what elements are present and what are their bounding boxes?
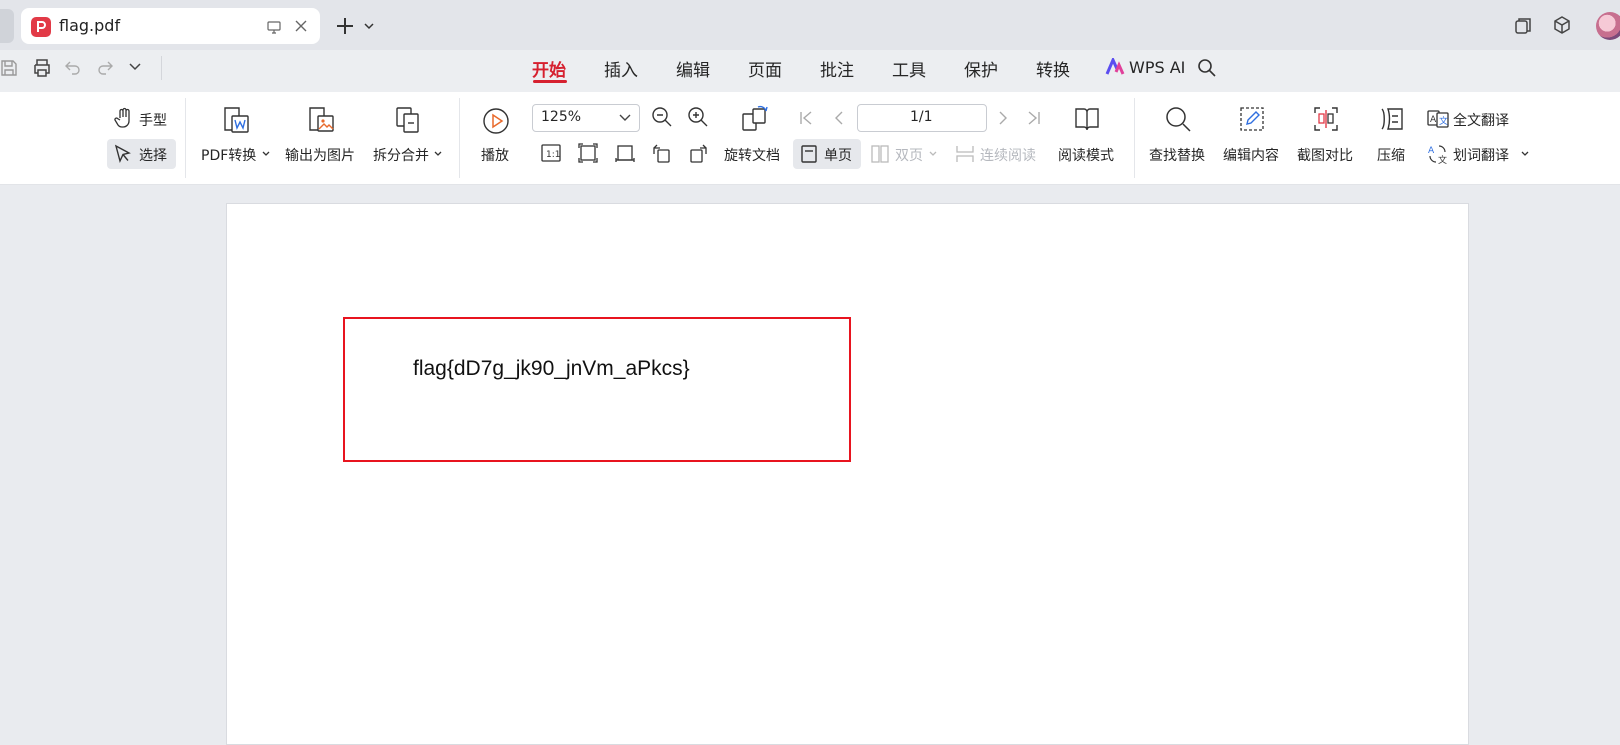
chevron-down-icon[interactable]: [363, 21, 375, 31]
undo-icon[interactable]: [64, 58, 82, 76]
rotate-document-button[interactable]: 旋转文档: [724, 145, 780, 165]
tab-title: flag.pdf: [59, 16, 121, 35]
double-page-icon: [870, 144, 890, 164]
last-page-icon[interactable]: [1027, 110, 1041, 126]
continuous-read-icon: [955, 144, 975, 164]
chevron-down-icon: [929, 151, 937, 157]
menu-page[interactable]: 页面: [748, 56, 782, 81]
save-icon[interactable]: [0, 58, 18, 78]
word-translate-icon: A文: [1427, 143, 1449, 165]
double-page-button[interactable]: 双页: [895, 145, 923, 165]
menu-start[interactable]: 开始: [532, 56, 566, 81]
prev-page-icon[interactable]: [832, 110, 846, 126]
zoom-select[interactable]: 125%: [532, 104, 640, 132]
pdf-page[interactable]: [226, 203, 1469, 745]
menu-edit[interactable]: 编辑: [676, 56, 710, 81]
quick-access-chevron-down-icon[interactable]: [128, 62, 142, 72]
screenshot-compare-button[interactable]: 截图对比: [1297, 145, 1353, 165]
book-icon: [1073, 105, 1101, 133]
document-tab[interactable]: flag.pdf: [21, 8, 320, 44]
close-icon[interactable]: [293, 18, 309, 34]
screenshot-compare-icon: [1312, 105, 1340, 133]
continuous-read-button[interactable]: 连续阅读: [980, 145, 1036, 165]
menu-insert[interactable]: 插入: [604, 56, 638, 81]
single-page-label: 单页: [824, 148, 852, 164]
play-icon: [482, 107, 510, 135]
page-number-input[interactable]: 1/1: [857, 104, 987, 132]
play-button[interactable]: 播放: [481, 145, 509, 165]
word-translate-button[interactable]: 划词翻译: [1453, 145, 1509, 165]
read-mode-button[interactable]: 阅读模式: [1058, 145, 1114, 165]
chevron-down-icon: [434, 151, 442, 157]
menu-annotate[interactable]: 批注: [820, 56, 854, 81]
chevron-down-icon: [619, 114, 631, 122]
menu-convert[interactable]: 转换: [1036, 56, 1070, 81]
first-page-icon[interactable]: [799, 110, 813, 126]
red-rectangle-annotation[interactable]: [343, 317, 851, 462]
single-page-icon: [800, 144, 818, 164]
svg-text:A: A: [1430, 115, 1437, 125]
full-translate-button[interactable]: 全文翻译: [1453, 110, 1509, 130]
svg-text:文: 文: [1439, 115, 1448, 127]
compress-button[interactable]: 压缩: [1377, 145, 1405, 165]
print-icon[interactable]: [32, 58, 52, 78]
divider: [1134, 98, 1135, 178]
zoom-in-icon[interactable]: [687, 106, 709, 128]
divider: [459, 98, 460, 178]
restore-window-icon[interactable]: [1514, 17, 1532, 35]
pdf-convert-icon: [222, 106, 252, 134]
export-image-icon: [307, 106, 337, 134]
active-menu-underline: [533, 80, 567, 83]
chevron-down-icon: [1521, 151, 1529, 157]
svg-text:文: 文: [1438, 154, 1447, 165]
translate-icon: A文: [1427, 109, 1449, 129]
fit-page-icon[interactable]: [577, 142, 599, 164]
find-replace-icon: [1164, 105, 1192, 133]
menu-tools[interactable]: 工具: [892, 56, 926, 81]
search-icon[interactable]: [1197, 58, 1217, 78]
page-number-value: 1/1: [910, 109, 933, 125]
menu-protect[interactable]: 保护: [964, 56, 998, 81]
edit-content-button[interactable]: 编辑内容: [1223, 145, 1279, 165]
fit-width-icon[interactable]: [614, 142, 636, 164]
divider: [161, 56, 162, 80]
wps-ai-logo-icon: [1105, 58, 1125, 76]
pdf-convert-button[interactable]: PDF转换: [201, 145, 256, 165]
split-merge-button[interactable]: 拆分合并: [373, 145, 429, 165]
svg-text:1:1: 1:1: [546, 150, 560, 160]
hand-icon: [114, 107, 134, 129]
redo-icon[interactable]: [96, 58, 114, 76]
cube-icon[interactable]: [1552, 15, 1572, 35]
pdf-logo-icon: [31, 17, 51, 37]
rotate-right-icon[interactable]: [687, 142, 709, 164]
avatar[interactable]: [1596, 12, 1620, 40]
zoom-value: 125%: [541, 109, 582, 125]
rotate-document-icon: [740, 105, 770, 133]
plus-icon[interactable]: [335, 16, 355, 36]
select-tool-label: 选择: [139, 148, 167, 164]
sidebar-toggle[interactable]: [0, 9, 14, 43]
next-page-icon[interactable]: [996, 110, 1010, 126]
menu-bar: [0, 50, 1620, 92]
edit-content-icon: [1238, 105, 1266, 133]
cursor-icon: [114, 144, 132, 164]
rotate-left-icon[interactable]: [651, 142, 673, 164]
find-replace-button[interactable]: 查找替换: [1149, 145, 1205, 165]
svg-text:A: A: [1428, 146, 1435, 156]
export-image-button[interactable]: 输出为图片: [285, 145, 355, 165]
hand-tool-button[interactable]: 手型: [139, 110, 167, 130]
compress-icon: [1378, 105, 1406, 133]
chevron-down-icon: [262, 151, 270, 157]
split-merge-icon: [394, 106, 422, 134]
menu-wps-ai[interactable]: WPS AI: [1129, 58, 1185, 77]
divider: [185, 98, 186, 178]
flag-text: flag{dD7g_jk90_jnVm_aPkcs}: [413, 357, 690, 380]
actual-size-icon[interactable]: 1:1: [540, 142, 562, 164]
screen-icon[interactable]: [266, 19, 282, 35]
zoom-out-icon[interactable]: [651, 106, 673, 128]
